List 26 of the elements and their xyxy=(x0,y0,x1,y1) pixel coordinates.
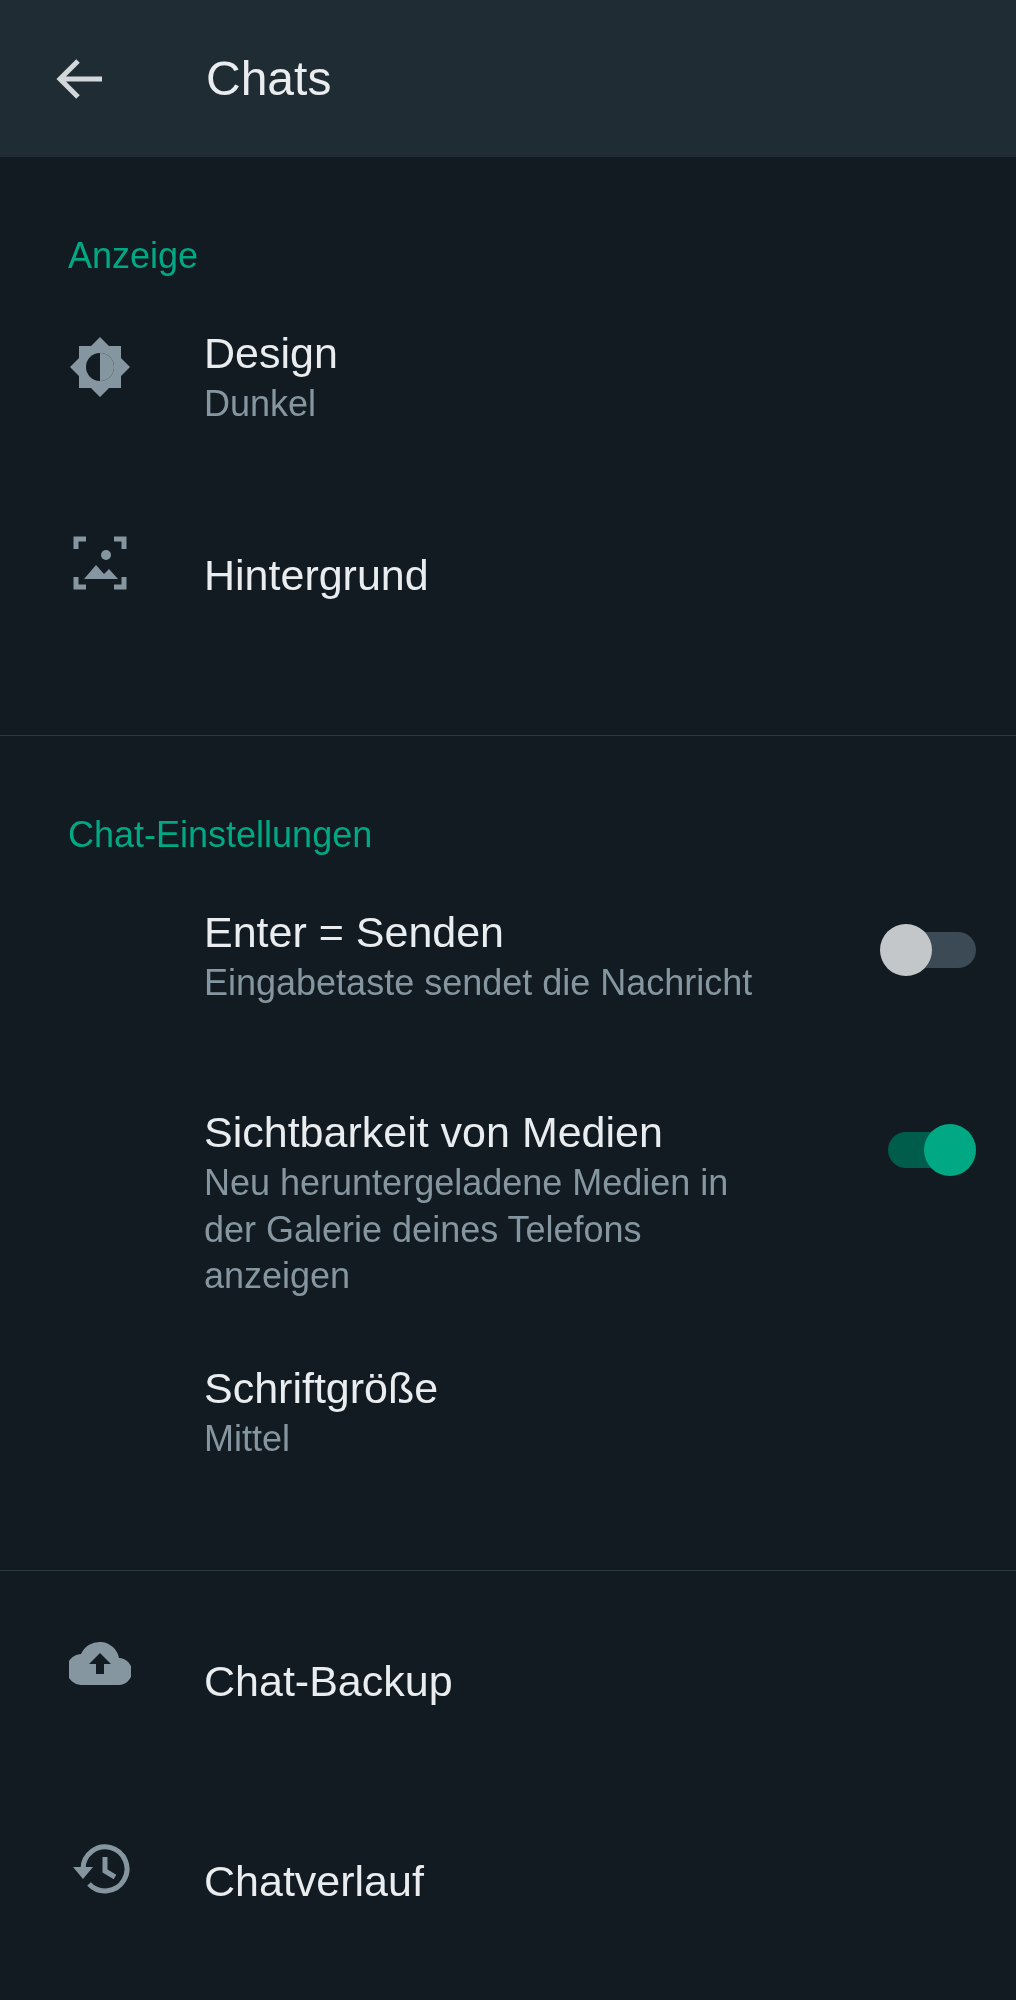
item-title: Design xyxy=(204,328,338,379)
item-title: Hintergrund xyxy=(204,550,429,601)
settings-item[interactable]: Chat-Backup xyxy=(0,1611,1016,1812)
brightness-icon xyxy=(68,335,132,399)
item-title: Schriftgröße xyxy=(204,1363,439,1415)
settings-item[interactable]: Design Dunkel xyxy=(0,305,1016,505)
settings-item[interactable]: Hintergrund xyxy=(0,505,1016,705)
section-header: Anzeige xyxy=(68,234,200,278)
settings-item[interactable]: Sichtbarkeit von Medien Neu heruntergeladene Medien in der Galerie deines Telefons anzeigen xyxy=(0,1084,1016,1341)
back-arrow-icon xyxy=(56,58,104,99)
item-subtitle: Neu heruntergeladene Medien in der Galerie deines Telefons anzeigen xyxy=(204,1160,730,1299)
item-subtitle: Dunkel xyxy=(204,381,318,426)
settings-item[interactable]: Chatverlauf xyxy=(0,1811,1016,2000)
item-title: Sichtbarkeit von Medien xyxy=(204,1107,663,1158)
section-header: Chat-Einstellungen xyxy=(68,813,374,857)
screen-title: Chats xyxy=(206,50,332,107)
item-title: Enter = Senden xyxy=(204,907,505,958)
item-subtitle: Mittel xyxy=(204,1416,291,1461)
settings-item[interactable]: Schriftgröße Mittel xyxy=(0,1340,1016,1541)
item-subtitle: Eingabetaste sendet die Nachricht xyxy=(204,960,754,1005)
toggle-switch[interactable] xyxy=(880,922,976,978)
settings-item[interactable]: Enter = Senden Eingabetaste sendet die Nachricht xyxy=(0,884,1016,1084)
image-icon xyxy=(72,535,128,591)
item-title: Chatverlauf xyxy=(204,1856,424,1908)
item-title: Chat-Backup xyxy=(204,1656,453,1708)
cloud-upload-icon xyxy=(69,1641,131,1686)
